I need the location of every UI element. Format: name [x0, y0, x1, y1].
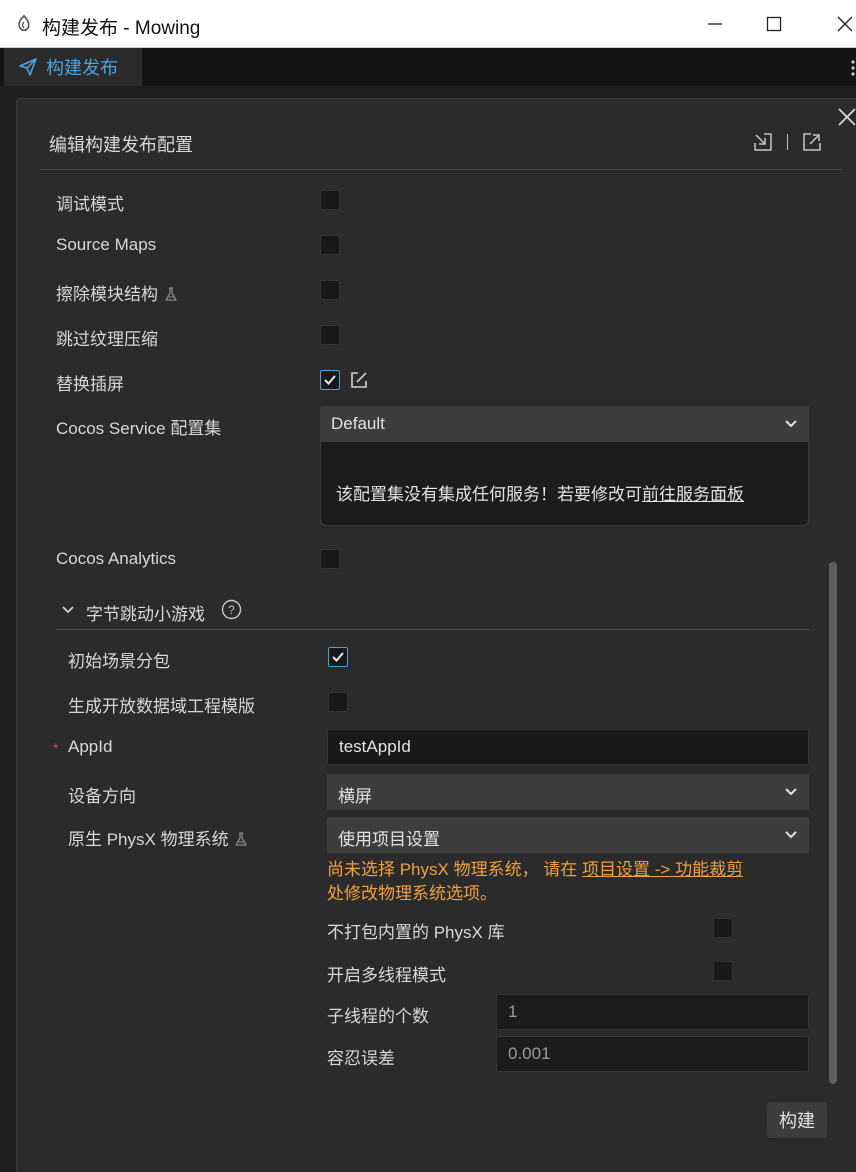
service-info-text: 该配置集没有集成任何服务！若要修改可前往服务面板 [336, 485, 744, 504]
checkmark-icon [332, 652, 344, 662]
orientation-value: 横屏 [338, 787, 372, 806]
no-builtin-physx-checkbox[interactable] [713, 918, 733, 938]
erase-module-checkbox[interactable] [320, 280, 340, 300]
cocos-analytics-checkbox[interactable] [320, 549, 340, 569]
window-title: 构建发布 - Mowing [42, 18, 201, 39]
section-title: 字节跳动小游戏 [86, 605, 205, 624]
erase-module-label: 擦除模块结构 [56, 280, 179, 305]
subthread-count-label: 子线程的个数 [327, 1007, 429, 1026]
source-maps-label: Source Maps [56, 235, 157, 254]
initial-scene-label: 初始场景分包 [68, 652, 170, 671]
close-icon [837, 16, 853, 32]
debug-mode-checkbox[interactable] [320, 190, 340, 210]
build-button[interactable]: 构建 [767, 1102, 827, 1138]
cocos-service-label: Cocos Service 配置集 [56, 419, 222, 438]
help-icon[interactable]: ? [221, 599, 242, 620]
multithread-checkbox[interactable] [713, 961, 733, 981]
chevron-down-icon [785, 831, 797, 839]
section-divider [56, 629, 809, 630]
orientation-label: 设备方向 [68, 787, 136, 806]
orientation-select[interactable]: 横屏 [327, 774, 809, 810]
subthread-count-input[interactable]: 1 [496, 994, 809, 1030]
tolerance-input[interactable]: 0.001 [496, 1036, 809, 1072]
open-data-template-label: 生成开放数据域工程模版 [68, 697, 255, 716]
skip-compress-label: 跳过纹理压缩 [56, 330, 158, 349]
physx-label: 原生 PhysX 物理系统 [68, 825, 249, 850]
required-marker: * [53, 740, 59, 756]
app-logo-icon [18, 14, 30, 32]
help-glyph: ? [228, 603, 235, 617]
send-icon [19, 58, 37, 76]
experimental-flask-icon [165, 287, 177, 301]
edit-icon[interactable] [349, 370, 369, 390]
maximize-icon [766, 16, 782, 32]
window-titlebar: 构建发布 - Mowing [0, 0, 856, 48]
chevron-down-icon [785, 420, 797, 428]
cocos-analytics-label: Cocos Analytics [56, 549, 176, 568]
chevron-down-icon [785, 788, 797, 796]
initial-scene-checkbox[interactable] [328, 647, 348, 667]
import-icon[interactable] [753, 132, 773, 152]
physx-warning-line2: 处修改物理系统选项。 [327, 884, 497, 903]
service-info-box: 该配置集没有集成任何服务！若要修改可前往服务面板 [320, 442, 809, 526]
more-vertical-icon[interactable] [850, 58, 856, 78]
replace-splash-checkbox[interactable] [320, 370, 340, 390]
skip-compress-checkbox[interactable] [320, 325, 340, 345]
minimize-icon [708, 23, 722, 25]
maximize-button[interactable] [759, 9, 789, 39]
export-icon[interactable] [802, 132, 822, 152]
project-settings-link[interactable]: 项目设置 -> 功能裁剪 [582, 860, 743, 879]
window-close-button[interactable] [830, 9, 856, 39]
appid-label: AppId [68, 737, 113, 756]
minimize-button[interactable] [700, 9, 730, 39]
service-panel-link[interactable]: 前往服务面板 [642, 485, 744, 504]
replace-splash-label: 替换插屏 [56, 375, 124, 394]
experimental-flask-icon [235, 832, 247, 846]
physx-select[interactable]: 使用项目设置 [327, 817, 809, 853]
appid-input[interactable]: testAppId [327, 729, 809, 765]
physx-value: 使用项目设置 [338, 830, 440, 849]
cocos-service-select[interactable]: Default [320, 406, 809, 442]
header-divider [787, 134, 788, 150]
vertical-scrollbar[interactable] [829, 562, 837, 1084]
panel-header: 编辑构建发布配置 [40, 118, 842, 170]
no-builtin-physx-label: 不打包内置的 PhysX 库 [327, 923, 505, 942]
cocos-service-value: Default [331, 414, 385, 433]
multithread-label: 开启多线程模式 [327, 966, 446, 985]
open-data-template-checkbox[interactable] [328, 692, 348, 712]
header-actions [753, 132, 822, 152]
checkmark-icon [324, 375, 336, 385]
tab-build-publish[interactable]: 构建发布 [4, 48, 142, 86]
tab-label: 构建发布 [46, 58, 118, 78]
source-maps-checkbox[interactable] [320, 235, 340, 255]
debug-mode-label: 调试模式 [56, 195, 124, 214]
chevron-collapse-icon[interactable] [61, 603, 75, 617]
tab-strip: 构建发布 [0, 48, 856, 86]
panel-title: 编辑构建发布配置 [49, 135, 193, 155]
physx-warning-line1: 尚未选择 PhysX 物理系统， 请在 项目设置 -> 功能裁剪 [327, 860, 744, 879]
tolerance-label: 容忍误差 [327, 1049, 395, 1068]
